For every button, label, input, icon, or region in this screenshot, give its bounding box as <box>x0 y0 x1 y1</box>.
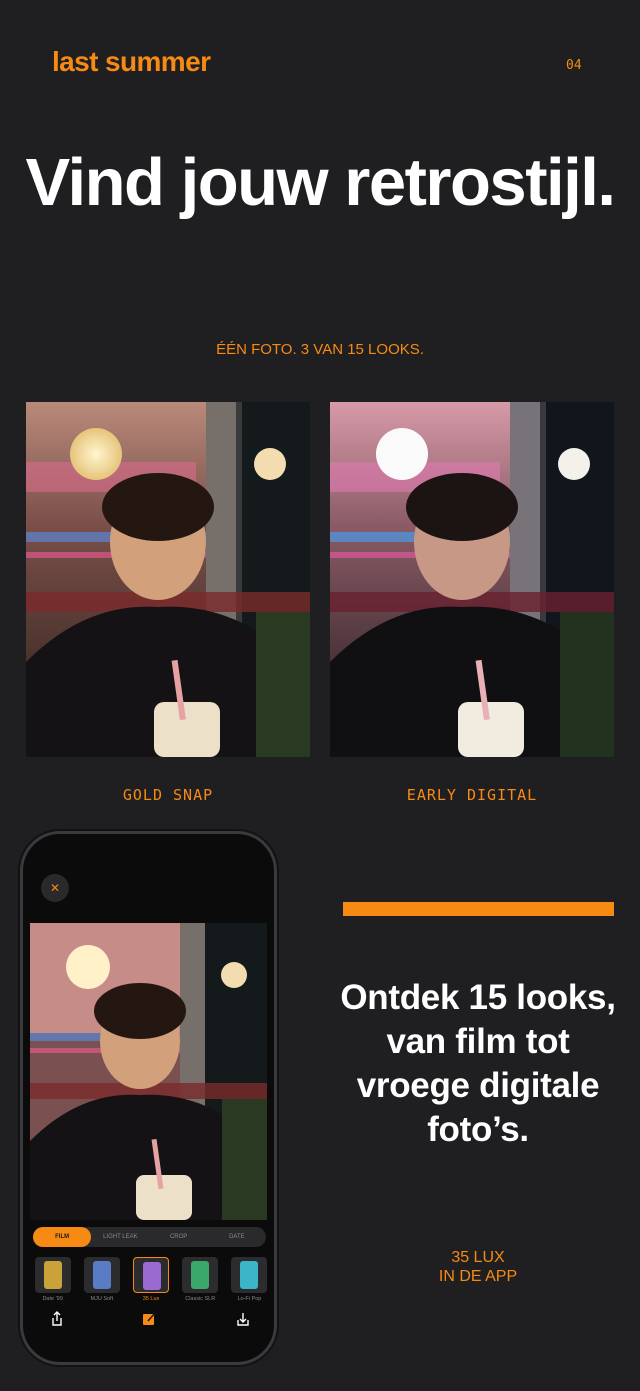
phone-photo-image <box>30 923 267 1220</box>
caption-gold-snap: GOLD SNAP <box>122 786 214 804</box>
film-label: MJU Soft <box>90 1296 114 1302</box>
caption-early-digital: EARLY DIGITAL <box>406 786 538 804</box>
phone-toolbar <box>23 1310 274 1336</box>
film-item-mju-soft[interactable]: MJU Soft <box>82 1257 121 1307</box>
accent-bar <box>343 902 614 916</box>
hero-subtitle: ÉÉN FOTO. 3 VAN 15 LOOKS. <box>216 341 424 358</box>
film-canister-icon <box>182 1257 219 1293</box>
hero-title: Vind jouw retrostijl. <box>0 146 640 220</box>
film-item-35-lux[interactable]: 35 Lux <box>131 1257 170 1307</box>
edit-icon[interactable] <box>140 1310 158 1328</box>
brand-logo: last summer <box>52 46 211 77</box>
film-label: Lo-Fi Pop <box>237 1296 262 1302</box>
film-item-classic-slr[interactable]: Classic SLR <box>181 1257 220 1307</box>
phone-mockup: ✕ FILM LIGHT LEAK CROP DATE Date '99 MJU… <box>20 831 277 1365</box>
photo-gold-snap <box>26 402 310 757</box>
promo-cta: 35 LUX IN DE APP <box>330 1248 626 1286</box>
photo-early-digital-image <box>330 402 614 757</box>
hero-title-text: Vind jouw retrostijl. <box>25 145 616 220</box>
page-number: 04 <box>566 58 582 73</box>
film-picker: Date '99 MJU Soft 35 Lux Classic SLR Lo-… <box>33 1257 269 1307</box>
tab-light-leak[interactable]: LIGHT LEAK <box>91 1227 149 1247</box>
promo-cta-line1: 35 LUX <box>451 1249 505 1266</box>
film-canister-icon <box>133 1257 169 1293</box>
close-icon: ✕ <box>49 881 61 895</box>
film-item-date-99[interactable]: Date '99 <box>33 1257 72 1307</box>
close-button[interactable]: ✕ <box>41 874 69 902</box>
film-item-lo-fi-pop[interactable]: Lo-Fi Pop <box>230 1257 269 1307</box>
promo-text: Ontdek 15 looks, van film tot vroege dig… <box>340 978 616 1149</box>
film-label: Date '99 <box>42 1296 63 1302</box>
tab-crop[interactable]: CROP <box>150 1227 208 1247</box>
promo-cta-line2: IN DE APP <box>438 1268 518 1285</box>
share-icon[interactable] <box>48 1310 66 1328</box>
phone-photo-preview <box>30 923 267 1220</box>
film-label: 35 Lux <box>142 1296 160 1302</box>
film-canister-icon <box>34 1257 71 1293</box>
film-label: Classic SLR <box>185 1296 216 1302</box>
photo-early-digital <box>330 402 614 757</box>
download-icon[interactable] <box>234 1310 252 1328</box>
filter-tabs: FILM LIGHT LEAK CROP DATE <box>33 1227 266 1247</box>
tab-date[interactable]: DATE <box>208 1227 266 1247</box>
photo-gold-snap-image <box>26 402 310 757</box>
film-canister-icon <box>231 1257 268 1293</box>
tab-film[interactable]: FILM <box>33 1227 92 1247</box>
film-canister-icon <box>83 1257 120 1293</box>
